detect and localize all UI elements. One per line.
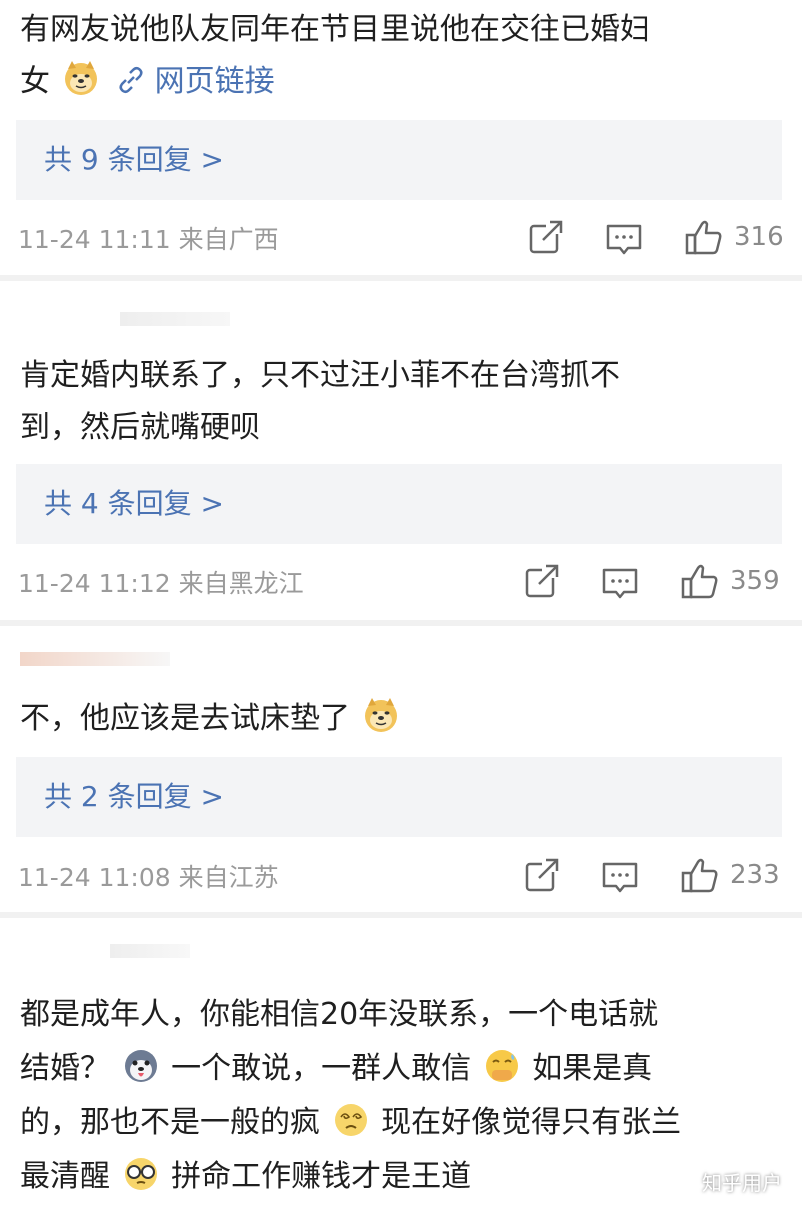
- comment-text-line: 最清醒 拼命工作赚钱才是王道: [20, 1150, 772, 1204]
- husky-icon: [124, 1050, 157, 1082]
- like-count: 233: [730, 860, 780, 890]
- comment-text-line: 的，那也不是一般的疯 现在好像觉得只有张兰: [20, 1096, 772, 1150]
- comment-text: 肯定婚内联系了，只不过汪小菲不在台湾抓不 到，然后就嘴硬呗: [20, 350, 772, 454]
- watermark: 知乎用户: [702, 1171, 782, 1195]
- comment-icon[interactable]: [604, 220, 644, 260]
- comment-text: 不，他应该是去试床垫了: [20, 693, 772, 745]
- faded-username: [20, 652, 170, 666]
- comment-text-line: 结婚？ 一个敢说，一群人敢信 如果是真: [20, 1042, 772, 1096]
- comment-text-fragment: 的，那也不是一般的疯: [20, 1105, 320, 1140]
- comment-icon[interactable]: [600, 564, 640, 604]
- divider: [0, 275, 802, 281]
- comment-meta: 11-24 11:08 来自江苏: [18, 863, 279, 892]
- comment-icon[interactable]: [600, 858, 640, 898]
- faded-username: [120, 312, 230, 326]
- thumbs-up-icon[interactable]: [684, 218, 724, 258]
- share-icon[interactable]: [522, 562, 562, 602]
- thumbs-up-icon[interactable]: [680, 562, 720, 602]
- doge-icon: [63, 60, 98, 96]
- divider: [0, 912, 802, 918]
- comment-text-fragment: 女: [20, 64, 50, 99]
- replies-count[interactable]: 共 2 条回复 >: [44, 757, 224, 837]
- comment-text-fragment: 结婚？: [20, 1051, 110, 1086]
- comment-text-fragment: 如果是真: [532, 1051, 653, 1086]
- share-icon[interactable]: [522, 856, 562, 896]
- replies-count[interactable]: 共 9 条回复 >: [44, 120, 224, 200]
- comment-text-fragment: 拼命工作赚钱才是王道: [171, 1159, 472, 1194]
- comment-text-line: 有网友说他队友同年在节目里说他在交往已婚妇: [20, 12, 650, 47]
- replies-box[interactable]: 共 2 条回复 >: [16, 757, 782, 837]
- thumbs-up-icon[interactable]: [680, 856, 720, 896]
- like-count: 359: [730, 566, 780, 596]
- replies-count[interactable]: 共 4 条回复 >: [44, 464, 224, 544]
- replies-box[interactable]: 共 9 条回复 >: [16, 120, 782, 200]
- comment-meta: 11-24 11:12 来自黑龙江: [18, 569, 304, 598]
- comment-text: 都是成年人，你能相信20年没联系，一个电话就 结婚？ 一个敢说，一群人敢信 如果…: [20, 988, 772, 1204]
- replies-box[interactable]: 共 4 条回复 >: [16, 464, 782, 544]
- link-icon: [119, 66, 143, 94]
- comment-text-line: 女 网页链接: [20, 56, 772, 108]
- share-icon[interactable]: [526, 218, 566, 258]
- comment-text-fragment: 不，他应该是去试床垫了: [20, 701, 350, 736]
- comment-text-line: 到，然后就嘴硬呗: [20, 410, 260, 445]
- doge-icon: [363, 697, 398, 733]
- like-count: 316: [734, 222, 784, 252]
- comment-text-fragment: 一个敢说，一群人敢信: [171, 1051, 472, 1086]
- glasses-icon: [124, 1158, 157, 1190]
- cold-sweat-icon: [485, 1050, 518, 1082]
- comment-text-line: 肯定婚内联系了，只不过汪小菲不在台湾抓不: [20, 358, 620, 393]
- comment-text-fragment: 最清醒: [20, 1159, 110, 1194]
- comment-text: 有网友说他队友同年在节目里说他在交往已婚妇 女 网页链接: [20, 4, 772, 108]
- comment-text-line: 都是成年人，你能相信20年没联系，一个电话就: [20, 997, 659, 1032]
- comment-meta: 11-24 11:11 来自广西: [18, 225, 279, 254]
- comment-text-fragment: 现在好像觉得只有张兰: [381, 1105, 682, 1140]
- faded-username: [110, 944, 190, 958]
- dizzy-icon: [334, 1104, 367, 1136]
- web-link[interactable]: 网页链接: [155, 64, 275, 99]
- divider: [0, 620, 802, 626]
